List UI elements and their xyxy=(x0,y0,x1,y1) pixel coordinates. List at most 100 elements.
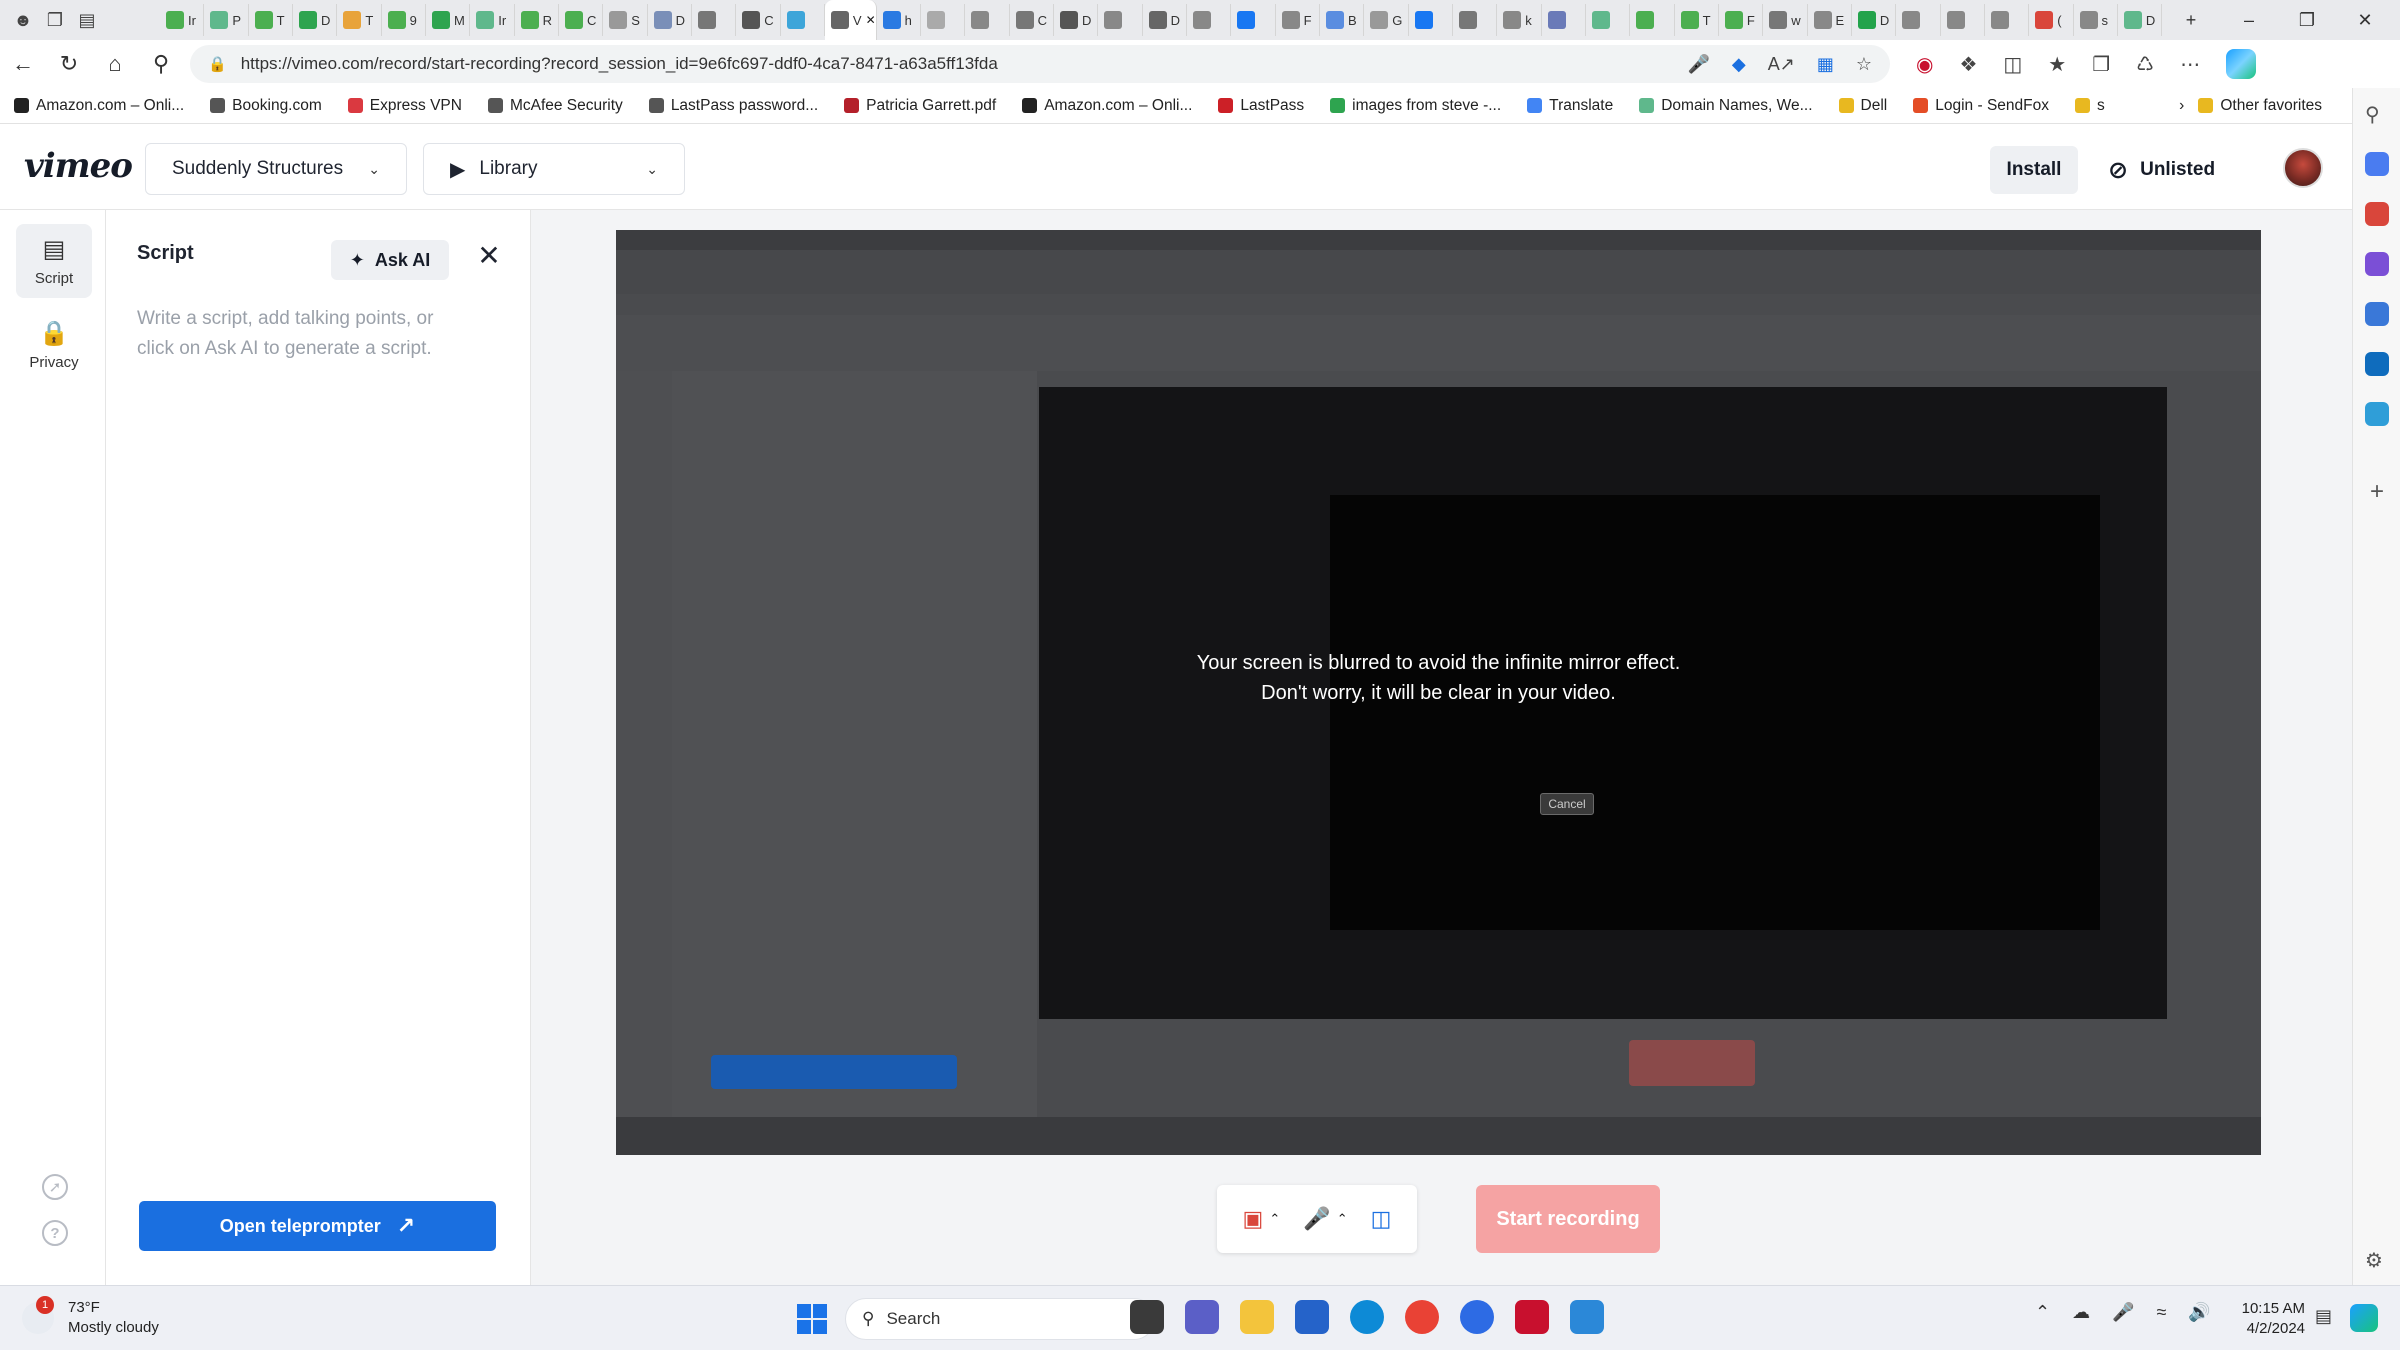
unlisted-button[interactable]: ⊘ Unlisted xyxy=(2108,146,2215,194)
browser-tab[interactable] xyxy=(1941,4,1985,36)
browser-tab[interactable]: S xyxy=(603,4,648,36)
bookmark-item[interactable]: Translate xyxy=(1527,97,1613,115)
browser-tab[interactable] xyxy=(1896,4,1941,36)
browser-tab[interactable] xyxy=(1098,4,1143,36)
new-tab-button[interactable]: + xyxy=(2162,10,2220,31)
bookmark-item[interactable]: Patricia Garrett.pdf xyxy=(844,97,996,115)
browser-tab[interactable]: C xyxy=(736,4,781,36)
browser-tab[interactable]: T xyxy=(249,4,293,36)
camera-toggle[interactable]: ▣ ⌃ xyxy=(1243,1206,1281,1232)
sidebar-tools-icon[interactable] xyxy=(2365,202,2389,226)
sidebar-games-icon[interactable] xyxy=(2365,252,2389,276)
browser-tab[interactable] xyxy=(692,4,737,36)
more-menu-icon[interactable]: ⋯ xyxy=(2180,52,2200,77)
browser-tab[interactable]: C xyxy=(1010,4,1054,36)
bookmark-item[interactable]: images from steve -... xyxy=(1330,97,1501,115)
browser-tab[interactable]: E xyxy=(1808,4,1852,36)
weather-widget[interactable]: 1 73°F Mostly cloudy xyxy=(22,1296,159,1338)
browser-tab[interactable]: T xyxy=(1675,4,1719,36)
edge-icon[interactable] xyxy=(1350,1300,1384,1334)
browser-tab[interactable]: F xyxy=(1719,4,1764,36)
bookmark-item[interactable]: Booking.com xyxy=(210,97,322,115)
browser-tab[interactable]: Ir xyxy=(470,4,515,36)
browser-tab[interactable] xyxy=(781,4,825,36)
sidebar-send-icon[interactable] xyxy=(2365,402,2389,426)
chevron-right-icon[interactable]: › xyxy=(2179,97,2184,115)
compass-icon[interactable]: ➚ xyxy=(42,1174,68,1200)
browser-tab[interactable]: Ir xyxy=(160,4,205,36)
search-icon[interactable]: ⚲ xyxy=(138,44,184,84)
project-select[interactable]: Suddenly Structures ⌄ xyxy=(145,143,407,195)
calculator-icon[interactable] xyxy=(1570,1300,1604,1334)
browser-tab[interactable] xyxy=(965,4,1010,36)
home-icon[interactable]: ⌂ xyxy=(92,44,138,84)
open-teleprompter-button[interactable]: Open teleprompter ↗ xyxy=(139,1201,496,1251)
read-aloud-icon[interactable]: A↗ xyxy=(1768,54,1795,75)
profile-icon[interactable]: ☻ xyxy=(12,9,34,31)
browser-tab[interactable]: s xyxy=(2074,4,2118,36)
windows-start-icon[interactable] xyxy=(797,1304,827,1334)
performance-icon[interactable]: ♺ xyxy=(2136,52,2154,77)
split-screen-icon[interactable]: ◫ xyxy=(2003,52,2022,77)
onedrive-icon[interactable]: ☁ xyxy=(2072,1302,2090,1323)
chrome-icon[interactable] xyxy=(1405,1300,1439,1334)
bookmark-item[interactable]: McAfee Security xyxy=(487,97,623,115)
back-icon[interactable]: ← xyxy=(0,44,46,84)
tab-actions-icon[interactable]: ▤ xyxy=(76,9,98,31)
sidebar-app-icon[interactable] xyxy=(2365,152,2389,176)
wifi-icon[interactable]: ≈ xyxy=(2157,1302,2167,1323)
browser-tab[interactable]: C xyxy=(559,4,604,36)
close-window-icon[interactable]: ✕ xyxy=(2336,10,2394,31)
copilot-taskbar-icon[interactable] xyxy=(2350,1304,2378,1332)
browser-tab[interactable]: D xyxy=(1143,4,1187,36)
sidebar-search-icon[interactable]: ⚲ xyxy=(2365,102,2389,126)
browser-tab[interactable] xyxy=(1985,4,2030,36)
bookmark-item[interactable]: s xyxy=(2075,97,2105,115)
browser-tab[interactable] xyxy=(1231,4,1276,36)
close-tab-icon[interactable]: ✕ xyxy=(866,13,876,27)
browser-tab[interactable] xyxy=(1586,4,1631,36)
mcafee-icon[interactable]: ◉ xyxy=(1916,52,1933,77)
restore-icon[interactable]: ❐ xyxy=(2278,10,2336,31)
collections-icon[interactable]: ❐ xyxy=(2092,52,2110,77)
sidebar-outlook-icon[interactable] xyxy=(2365,352,2389,376)
browser-tab[interactable]: h xyxy=(877,4,921,36)
browser-tab[interactable]: G xyxy=(1364,4,1409,36)
workspaces-icon[interactable]: ❐ xyxy=(44,9,66,31)
browser-tab[interactable]: D xyxy=(2118,4,2162,36)
extension-shield-icon[interactable]: ◆ xyxy=(1732,54,1746,75)
store-icon[interactable] xyxy=(1295,1300,1329,1334)
browser-tab[interactable]: D xyxy=(1852,4,1897,36)
browser-tab[interactable]: T xyxy=(337,4,382,36)
copilot-icon[interactable] xyxy=(2226,49,2257,79)
browser-tab[interactable]: w xyxy=(1763,4,1808,36)
browser-tab[interactable]: 9 xyxy=(382,4,426,36)
browser-tab[interactable]: M xyxy=(426,4,471,36)
browser-tab[interactable] xyxy=(1630,4,1675,36)
clock[interactable]: 10:15 AM 4/2/2024 xyxy=(2225,1299,2305,1339)
microphone-toggle[interactable]: 🎤 ⌃ xyxy=(1303,1206,1347,1232)
bookmark-item[interactable]: Dell xyxy=(1838,97,1887,115)
ask-ai-button[interactable]: ✦ Ask AI xyxy=(331,240,449,280)
script-editor[interactable]: Write a script, add talking points, or c… xyxy=(137,304,467,364)
browser-tab[interactable]: F xyxy=(1276,4,1320,36)
library-select[interactable]: ▶ Library ⌄ xyxy=(423,143,685,195)
browser-tab[interactable] xyxy=(1453,4,1498,36)
browser-tab[interactable]: D xyxy=(293,4,338,36)
mcafee-taskbar-icon[interactable] xyxy=(1515,1300,1549,1334)
browser-tab[interactable] xyxy=(1409,4,1453,36)
browser-tab[interactable] xyxy=(1187,4,1232,36)
file-explorer-icon[interactable] xyxy=(1240,1300,1274,1334)
bookmark-item[interactable]: LastPass password... xyxy=(648,97,818,115)
hd-icon[interactable]: ▦ xyxy=(1817,54,1834,75)
microphone-icon[interactable]: 🎤 xyxy=(1687,54,1709,75)
avatar[interactable] xyxy=(2283,148,2323,188)
bookmark-item[interactable]: Express VPN xyxy=(347,97,462,115)
extensions-icon[interactable]: ❖ xyxy=(1959,52,1977,77)
notifications-icon[interactable]: ▤ xyxy=(2315,1306,2337,1328)
close-icon[interactable]: ✕ xyxy=(474,240,504,271)
vimeo-logo[interactable]: vimeo xyxy=(24,146,133,186)
browser-tab[interactable] xyxy=(921,4,966,36)
browser-tab[interactable]: D xyxy=(648,4,692,36)
browser-tab[interactable]: P xyxy=(204,4,249,36)
